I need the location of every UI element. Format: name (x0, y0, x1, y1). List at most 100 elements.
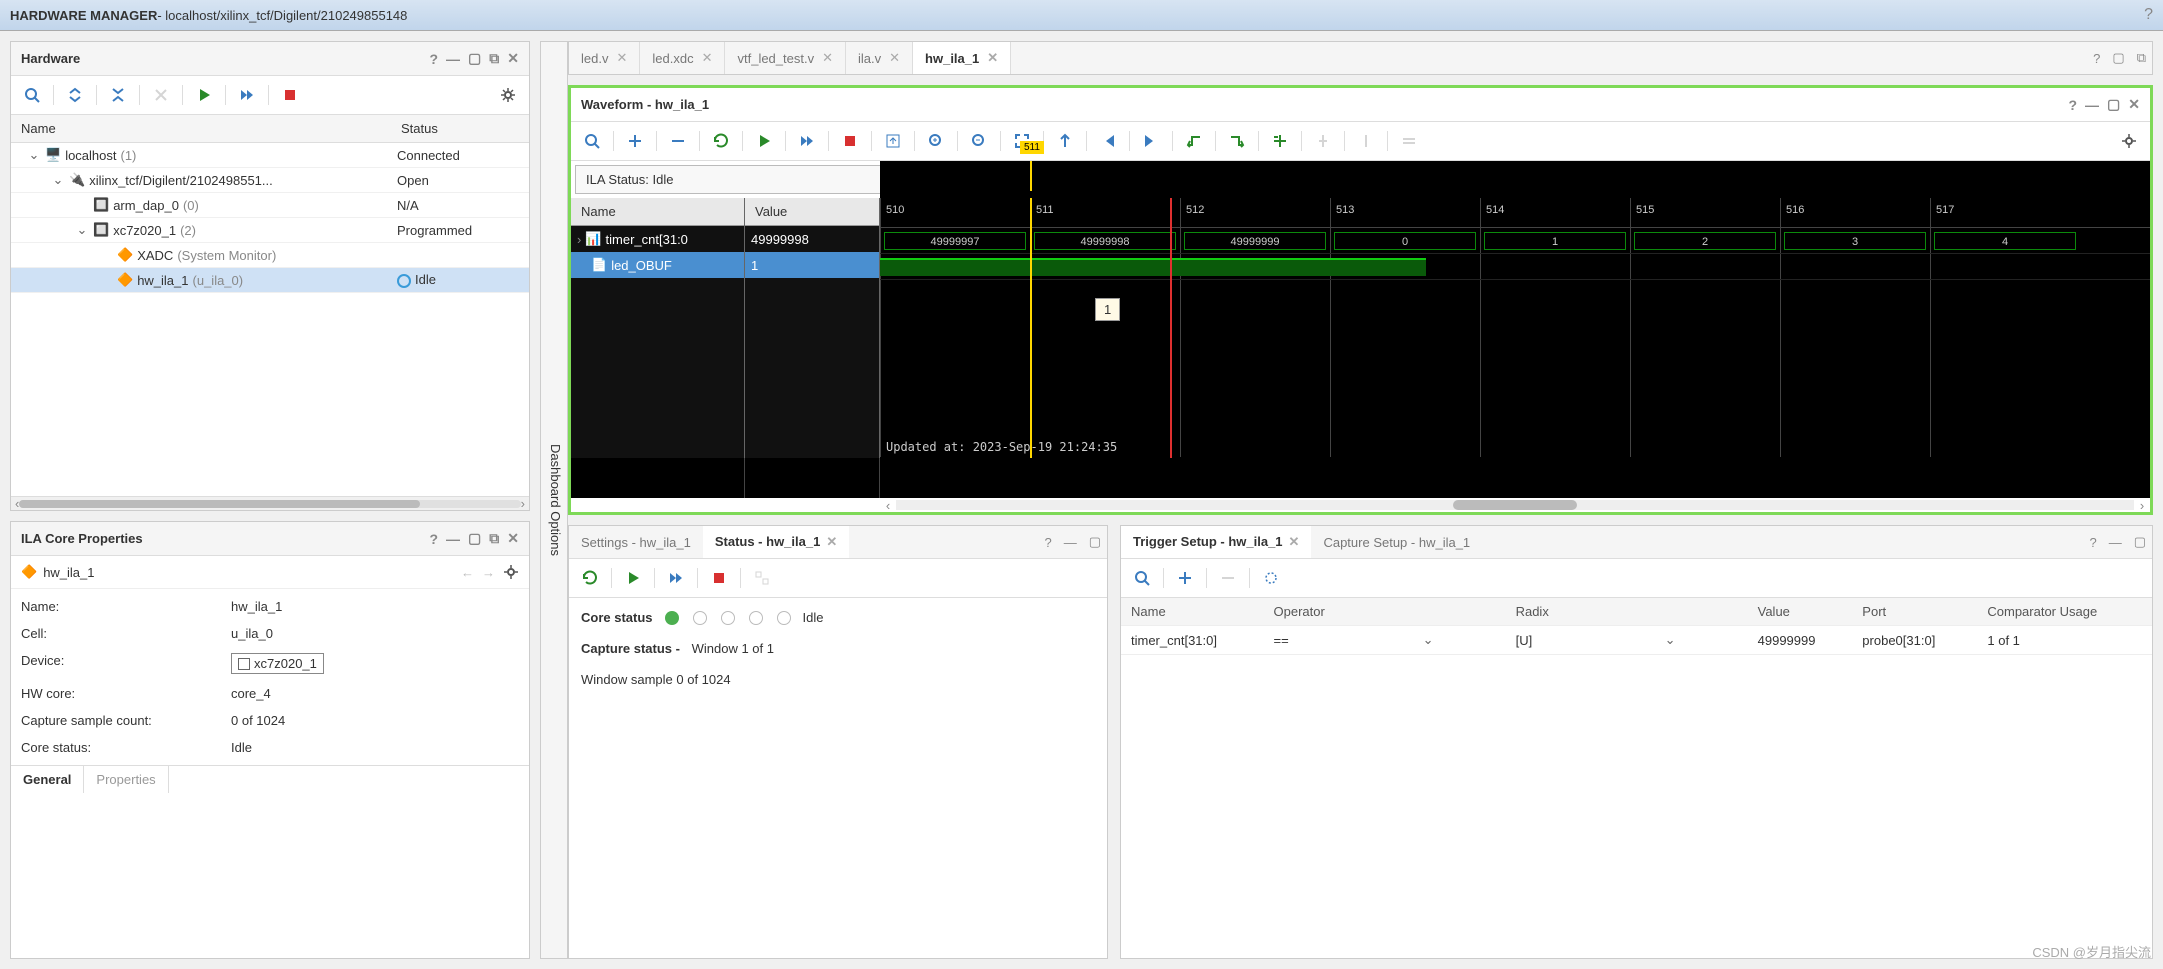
expand-icon[interactable]: ⌄ (27, 147, 41, 163)
maximize-icon[interactable]: ▢ (1083, 534, 1107, 550)
file-tab[interactable]: led.v✕ (569, 42, 640, 74)
stop-button[interactable] (706, 565, 732, 591)
trigger-operator[interactable]: ==⌄ (1264, 626, 1506, 655)
expand-icon[interactable]: ⌄ (51, 172, 65, 188)
search-button[interactable] (1129, 565, 1155, 591)
help-icon[interactable]: ? (429, 51, 438, 67)
search-button[interactable] (19, 82, 45, 108)
help-icon[interactable]: ? (429, 531, 438, 547)
trigger-col-header[interactable]: Value (1748, 598, 1853, 626)
next-marker-button[interactable] (1353, 128, 1379, 154)
export-button[interactable] (880, 128, 906, 154)
back-button[interactable]: ← (461, 565, 474, 580)
trigger-col-header[interactable]: Port (1852, 598, 1977, 626)
settings-icon[interactable] (503, 564, 519, 580)
close-icon[interactable]: ✕ (507, 530, 519, 547)
minimize-icon[interactable]: — (1058, 535, 1083, 550)
waveform-scrollbar[interactable]: ‹› (571, 498, 2150, 512)
tab-properties[interactable]: Properties (84, 766, 168, 793)
refresh-button[interactable] (148, 82, 174, 108)
tree-row[interactable]: 🔶XADC (System Monitor) (11, 243, 529, 268)
tab-status[interactable]: Status - hw_ila_1✕ (703, 526, 849, 558)
tab-capture-setup[interactable]: Capture Setup - hw_ila_1 (1311, 527, 1482, 558)
trigger-col-header[interactable]: Name (1121, 598, 1264, 626)
zoom-in-button[interactable] (923, 128, 949, 154)
options-button[interactable] (1258, 565, 1284, 591)
prev-marker-button[interactable] (1310, 128, 1336, 154)
tree-row[interactable]: ⌄🔌xilinx_tcf/Digilent/2102498551... Open (11, 168, 529, 193)
close-icon[interactable]: ✕ (2128, 96, 2140, 113)
device-link[interactable]: xc7z020_1 (231, 653, 324, 674)
waveform-canvas[interactable]: 510511512513514515516517 499999974999999… (880, 198, 2150, 458)
scrollbar-horizontal[interactable]: ‹› (11, 496, 529, 510)
tree-row[interactable]: 🔶hw_ila_1 (u_ila_0)Idle (11, 268, 529, 293)
fast-forward-button[interactable] (663, 565, 689, 591)
signal-row-led[interactable]: 📄led_OBUF (571, 252, 744, 278)
trigger-radix[interactable]: [U]⌄ (1506, 626, 1748, 655)
maximize-icon[interactable]: ▢ (2107, 96, 2120, 113)
help-icon[interactable]: ? (2087, 51, 2106, 66)
play-button[interactable] (620, 565, 646, 591)
refresh-button[interactable] (708, 128, 734, 154)
zoom-out-button[interactable] (966, 128, 992, 154)
expand-icon[interactable]: ⌄ (75, 222, 89, 238)
trigger-col-header[interactable]: Comparator Usage (1977, 598, 2152, 626)
options-button[interactable] (749, 565, 775, 591)
signal-row-timer[interactable]: ›📊timer_cnt[31:0 (571, 226, 744, 252)
stop-button[interactable] (837, 128, 863, 154)
add-marker-button[interactable] (1267, 128, 1293, 154)
popout-icon[interactable]: ⧉ (2131, 50, 2152, 66)
maximize-icon[interactable]: ▢ (2128, 534, 2152, 550)
file-tab[interactable]: hw_ila_1✕ (913, 42, 1011, 74)
prev-edge-button[interactable] (1181, 128, 1207, 154)
fast-forward-button[interactable] (234, 82, 260, 108)
col-status[interactable]: Status (391, 115, 448, 142)
tab-general[interactable]: General (11, 766, 84, 793)
tree-row[interactable]: 🔲arm_dap_0 (0)N/A (11, 193, 529, 218)
help-icon[interactable]: ? (2144, 6, 2153, 24)
search-button[interactable] (579, 128, 605, 154)
close-icon[interactable]: ✕ (702, 50, 713, 66)
file-tab[interactable]: ila.v✕ (846, 42, 913, 74)
maximize-icon[interactable]: ▢ (2106, 50, 2130, 66)
close-icon[interactable]: ✕ (987, 50, 998, 66)
dashboard-options-tab[interactable]: Dashboard Options (540, 41, 568, 959)
remove-button[interactable] (665, 128, 691, 154)
stop-button[interactable] (277, 82, 303, 108)
popout-icon[interactable]: ⧉ (489, 530, 499, 547)
close-icon[interactable]: ✕ (889, 50, 900, 66)
maximize-icon[interactable]: ▢ (468, 50, 481, 67)
col-name[interactable]: Name (11, 115, 391, 142)
minimize-icon[interactable]: — (446, 531, 460, 547)
trigger-name[interactable]: timer_cnt[31:0] (1121, 626, 1264, 655)
trigger-value[interactable]: 49999999 (1748, 626, 1853, 655)
close-icon[interactable]: ✕ (616, 50, 627, 66)
collapse-all-button[interactable] (62, 82, 88, 108)
swap-button[interactable] (1396, 128, 1422, 154)
play-button[interactable] (191, 82, 217, 108)
trigger-col-header[interactable]: Radix (1506, 598, 1748, 626)
file-tab[interactable]: vtf_led_test.v✕ (725, 42, 846, 74)
refresh-button[interactable] (577, 565, 603, 591)
settings-icon[interactable] (495, 82, 521, 108)
go-to-cursor-button[interactable] (1052, 128, 1078, 154)
next-edge-button[interactable] (1224, 128, 1250, 154)
expand-all-button[interactable] (105, 82, 131, 108)
help-icon[interactable]: ? (2068, 97, 2077, 113)
hardware-tree[interactable]: ⌄🖥️localhost (1)Connected⌄🔌xilinx_tcf/Di… (11, 143, 529, 496)
help-icon[interactable]: ? (1038, 535, 1057, 550)
popout-icon[interactable]: ⧉ (489, 50, 499, 67)
tree-row[interactable]: ⌄🖥️localhost (1)Connected (11, 143, 529, 168)
add-button[interactable] (622, 128, 648, 154)
last-button[interactable] (1138, 128, 1164, 154)
first-button[interactable] (1095, 128, 1121, 154)
add-button[interactable] (1172, 565, 1198, 591)
trigger-col-header[interactable]: Operator (1264, 598, 1506, 626)
tab-settings[interactable]: Settings - hw_ila_1 (569, 527, 703, 558)
close-icon[interactable]: ✕ (507, 50, 519, 67)
settings-icon[interactable] (2116, 128, 2142, 154)
close-icon[interactable]: ✕ (1289, 534, 1300, 549)
play-button[interactable] (751, 128, 777, 154)
tab-trigger-setup[interactable]: Trigger Setup - hw_ila_1✕ (1121, 526, 1311, 558)
file-tab[interactable]: led.xdc✕ (640, 42, 725, 74)
